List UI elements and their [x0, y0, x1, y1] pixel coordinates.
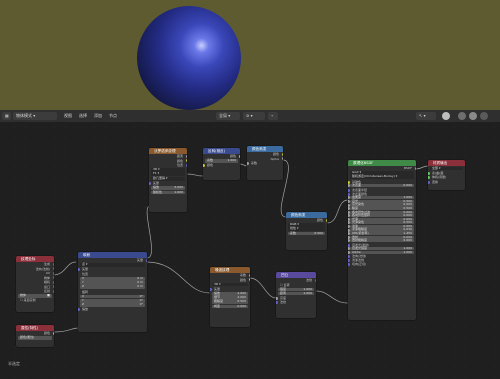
- 3d-viewport[interactable]: [0, 0, 500, 110]
- node-editor-canvas[interactable]: 纹理坐标 生成 法向(法线) UV 物体 相机 窗口 反射 物体 ■ ☐ 来自实例…: [0, 122, 500, 379]
- node-attribute[interactable]: 属性(特性) 颜色 颜色(属性): [16, 325, 54, 347]
- overlay-icon[interactable]: ↖ ▾: [416, 112, 436, 120]
- bsdf-inputs: 基础色 次表面 0.000 次表面半径 次表面颜色 金属度 1.000 高光 0.500 高光染色…: [348, 180, 416, 266]
- wire-mapping-noise: [146, 261, 211, 294]
- distortion-field[interactable]: 畸变 0.000: [212, 304, 248, 309]
- output-color: 颜色: [286, 218, 327, 223]
- target-dropdown[interactable]: 全部 ▾: [430, 166, 463, 171]
- wire-voronoi-invert: [186, 173, 204, 177]
- output-position: 位置: [149, 163, 187, 168]
- wire-ramp2-bsdf: [326, 199, 349, 224]
- node-mix-rgb[interactable]: 颜色渐变 颜色 RGB ▾ 线性 ▾ 系数 0.500: [286, 212, 327, 250]
- wire-noise-bump: [249, 277, 277, 299]
- output-bsdf: BSDF: [348, 166, 416, 171]
- location-x[interactable]: X0 m: [80, 276, 145, 281]
- node-mapping[interactable]: 映射 矢量 点 ▾ 矢量 位置 X0 m Y0 m Z0 m 旋转 X 0° Y0…: [78, 252, 147, 332]
- subsurface-method-dropdown[interactable]: 随机游走(Christensen-Burley) ▾: [350, 175, 414, 180]
- output-color: 颜色: [210, 278, 250, 283]
- randomness-field[interactable]: 随机性 1.000: [151, 190, 185, 195]
- pin-icon[interactable]: ⊘ ▾: [243, 112, 265, 120]
- wire-attr-mapping: [52, 327, 80, 333]
- shading-solid-icon[interactable]: [442, 112, 450, 120]
- from-instancer-checkbox[interactable]: ☐ 来自实例: [16, 298, 54, 303]
- rotation-y[interactable]: Y 0°: [80, 298, 145, 303]
- wire-bsdf-output: [415, 165, 429, 170]
- menu-add[interactable]: 添加: [94, 112, 102, 120]
- wire-texcoord-mapping: [52, 261, 77, 276]
- mapping-type-dropdown[interactable]: 点 ▾: [80, 262, 145, 267]
- wire-bump-bsdf: [315, 290, 349, 304]
- bsdf-input-22: 切向(正切): [348, 262, 416, 266]
- rotation-label: 旋转: [82, 289, 89, 294]
- input-factor: 系数: [247, 161, 283, 166]
- snap-icon[interactable]: ⌁: [268, 112, 278, 120]
- mode-label: 物体模式: [16, 113, 32, 118]
- rotation-z[interactable]: Z 0°: [80, 302, 145, 307]
- node-voronoi-texture[interactable]: 沃罗诺伊纹理 距离 颜色 位置 3D ▾ F1 ▾ 欧几里得 ▾ 矢量 缩放 5.…: [149, 148, 187, 212]
- mode-dropdown[interactable]: 物体模式 ▾: [13, 112, 57, 120]
- menu-select[interactable]: 选择: [79, 112, 87, 120]
- location-z[interactable]: Z0 m: [80, 285, 145, 290]
- input-color: 颜色: [203, 163, 240, 168]
- slot-label: 全局: [219, 113, 227, 118]
- shading-render-icon[interactable]: [480, 112, 488, 120]
- editor-type-icon[interactable]: ▦: [2, 112, 11, 120]
- output-vector: 矢量: [78, 258, 147, 263]
- shading-material-icon[interactable]: [469, 112, 477, 120]
- node-texture-coordinate[interactable]: 纹理坐标 生成 法向(法线) UV 物体 相机 窗口 反射 物体 ■ ☐ 来自实例: [16, 256, 54, 312]
- shading-wire-icon[interactable]: [458, 112, 466, 120]
- menu-view[interactable]: 视图: [64, 112, 72, 120]
- input-displacement: 置换: [428, 180, 465, 185]
- scale-label: 缩放: [78, 307, 147, 312]
- slot-dropdown[interactable]: 全局 ▾: [216, 112, 240, 120]
- distance-field[interactable]: 距离 1.000: [278, 291, 314, 296]
- node-noise-texture[interactable]: 噪波纹理 系数 颜色 3D ▾ 矢量 缩放 2.000 细节 2.000 粗糙度 0.…: [210, 267, 250, 327]
- menu-node[interactable]: 节点: [109, 112, 117, 120]
- rotation-x[interactable]: X 0°: [80, 294, 145, 299]
- factor-field[interactable]: 系数 0.500: [288, 231, 325, 236]
- node-color-ramp[interactable]: 颜色渐变 颜色 Alpha 系数: [247, 146, 283, 180]
- location-y[interactable]: Y0 m: [80, 280, 145, 285]
- dimension-dropdown[interactable]: 3D ▾: [212, 282, 248, 287]
- input-normal: 法线: [276, 300, 316, 305]
- node-principled-bsdf[interactable]: 原理化BSDF BSDF GGX ▾ 随机游走(Christensen-Burl…: [348, 160, 416, 320]
- node-material-output[interactable]: 材质输出 全部 ▾ 表(曲)面 体积(音量) 置换: [428, 160, 465, 190]
- material-preview-sphere[interactable]: [137, 6, 241, 110]
- wire-mapping-voronoi: [146, 205, 152, 259]
- node-invert[interactable]: 反转(相反) 颜色 系数 1.000 颜色: [203, 148, 240, 180]
- status-label: 半选定: [8, 361, 20, 366]
- node-bump[interactable]: 凹凸 法线 ☐ 反转 强度 1.000 距离 1.000 高度 法线: [276, 272, 316, 318]
- attribute-name-field[interactable]: 颜色(属性): [18, 335, 52, 340]
